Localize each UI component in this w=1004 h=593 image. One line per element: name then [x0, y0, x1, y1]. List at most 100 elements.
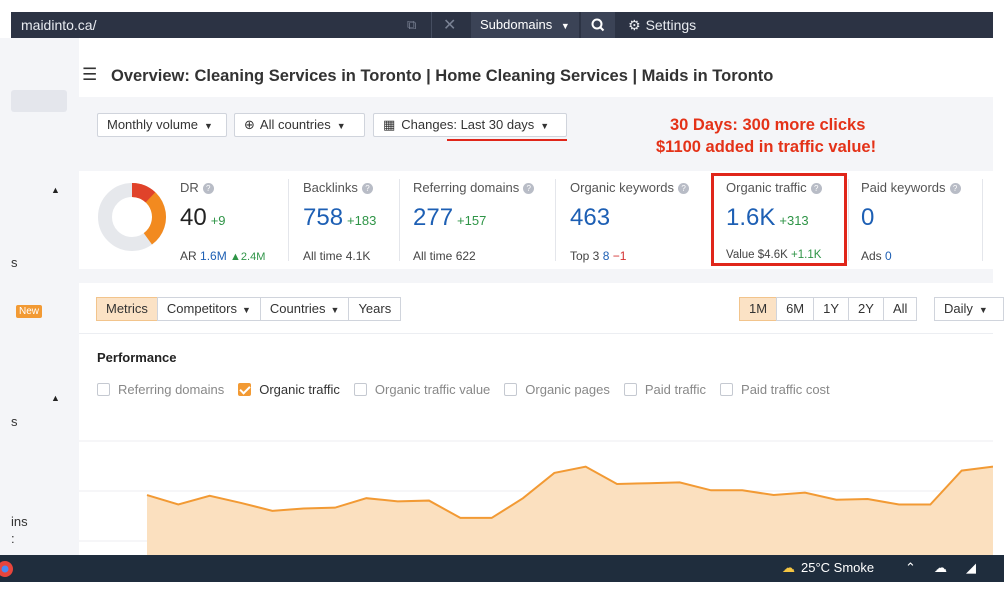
metric-label: Referring domains? — [413, 180, 535, 195]
range-1m[interactable]: 1M — [739, 297, 778, 321]
metric-value: 758 +183 — [303, 204, 376, 232]
checkbox-icon — [504, 383, 518, 396]
chevron-down-icon: ▼ — [540, 121, 550, 131]
page-header: ☰ Overview: Cleaning Services in Toronto… — [79, 55, 993, 97]
divider — [288, 179, 289, 261]
info-icon[interactable]: ? — [949, 183, 961, 194]
view-tabs: Metrics Competitors ▼ Countries ▼ Years — [96, 297, 402, 321]
range-6m[interactable]: 6M — [776, 297, 815, 321]
sidebar-item-fragment[interactable]: ins — [11, 514, 28, 529]
weather-label: 25°C Smoke — [801, 560, 875, 575]
divider — [431, 12, 432, 38]
metric-label: DR? — [180, 180, 214, 195]
divider — [399, 179, 400, 261]
annotation-clicks: 30 Days: 300 more clicks — [670, 116, 866, 134]
search-button[interactable] — [581, 12, 615, 38]
tab-years[interactable]: Years — [348, 297, 402, 321]
info-icon[interactable]: ? — [361, 183, 373, 194]
backlinks-value[interactable]: 758 — [303, 204, 343, 231]
series-checkbox[interactable]: Organic traffic — [238, 382, 340, 397]
subdomains-label: Subdomains — [480, 17, 553, 32]
domain-url[interactable]: maidinto.ca/ — [21, 17, 96, 33]
range-all[interactable]: All — [882, 297, 918, 321]
countries-dropdown[interactable]: ⊕ All countries ▼ — [234, 113, 365, 137]
sidebar-item-fragment[interactable]: : — [11, 531, 15, 546]
ads-label: Ads — [861, 249, 882, 263]
bottom-margin — [0, 582, 1004, 593]
close-icon[interactable]: ✕ — [443, 15, 456, 35]
checkbox-label: Paid traffic cost — [741, 382, 830, 397]
series-checkbox[interactable]: Organic pages — [504, 382, 610, 397]
info-icon[interactable]: ? — [523, 183, 535, 194]
tab-label: Countries — [269, 301, 326, 316]
settings-button[interactable]: ⚙ Settings — [628, 17, 696, 34]
info-icon[interactable]: ? — [202, 183, 214, 194]
metric-value: 277 +157 — [413, 204, 486, 232]
chevron-down-icon: ▼ — [241, 305, 251, 315]
cloud-icon[interactable]: ☁ — [934, 560, 947, 576]
divider — [555, 179, 556, 261]
metric-label: Organic keywords? — [570, 180, 690, 195]
tab-metrics[interactable]: Metrics — [96, 297, 158, 321]
wifi-icon[interactable]: ◢ — [966, 560, 976, 576]
hamburger-menu-icon[interactable]: ☰ — [82, 65, 97, 85]
collapse-caret-icon[interactable]: ▲ — [51, 185, 60, 195]
ar-label: AR — [180, 249, 197, 263]
weather-icon: ☁ — [782, 560, 795, 575]
checkbox-icon — [623, 383, 637, 396]
chevron-up-icon[interactable]: ⌃ — [905, 560, 916, 576]
metrics-bar: DR? 40 +9 AR 1.6M ▲2.4M Backlinks? 758 +18… — [79, 159, 993, 272]
annotation-underline — [447, 139, 567, 141]
metric-value[interactable]: 0 — [861, 204, 874, 232]
volume-dropdown[interactable]: Monthly volume ▼ — [97, 113, 227, 137]
metric-sub: Top 3 8 −1 — [570, 249, 626, 263]
os-taskbar: ☁ 25°C Smoke ⌃ ☁ ◢ — [0, 555, 1004, 582]
sidebar-item-fragment[interactable]: s — [11, 255, 18, 270]
checkbox-label: Organic traffic value — [374, 382, 491, 397]
metric-value[interactable]: 463 — [570, 204, 610, 232]
refdomains-sub-label: All time — [413, 249, 453, 263]
info-icon[interactable]: ? — [678, 183, 690, 194]
interval-dropdown[interactable]: Daily ▼ — [934, 297, 1004, 321]
volume-label: Monthly volume — [107, 117, 199, 132]
ads-value[interactable]: 0 — [885, 249, 892, 263]
chevron-down-icon: ▼ — [204, 121, 213, 131]
tab-competitors[interactable]: Competitors ▼ — [156, 297, 261, 321]
series-checkbox[interactable]: Paid traffic cost — [720, 382, 830, 397]
subdomains-dropdown[interactable]: Subdomains ▼ — [471, 12, 579, 38]
range-1y[interactable]: 1Y — [813, 297, 850, 321]
performance-panel: Metrics Competitors ▼ Countries ▼ Years 1M… — [79, 283, 1004, 555]
series-checkbox[interactable]: Paid traffic — [623, 382, 707, 397]
ar-value[interactable]: 1.6M — [200, 249, 227, 263]
organic-traffic-highlight — [711, 173, 847, 266]
backlinks-sub-value: 4.1K — [345, 249, 371, 263]
metric-sub: All time 622 — [413, 249, 476, 263]
tab-countries[interactable]: Countries ▼ — [259, 297, 350, 321]
donut-fill-top — [131, 183, 156, 203]
changes-dropdown[interactable]: ▦ Changes: Last 30 days ▼ — [373, 113, 567, 137]
external-link-icon[interactable]: ⧉ — [407, 17, 416, 33]
backlinks-label: Backlinks — [303, 180, 358, 195]
top3-value[interactable]: 8 — [603, 249, 610, 263]
weather-widget[interactable]: ☁ 25°C Smoke — [782, 560, 874, 576]
interval-label: Daily — [944, 301, 973, 316]
tab-label: Competitors — [166, 301, 237, 316]
refdomains-label: Referring domains — [413, 180, 520, 195]
series-checkbox[interactable]: Organic traffic value — [353, 382, 491, 397]
countries-label: All countries — [259, 117, 331, 132]
range-2y[interactable]: 2Y — [848, 297, 884, 321]
chrome-icon[interactable] — [0, 560, 18, 578]
ar-delta: ▲2.4M — [230, 251, 266, 263]
checkbox-label: Paid traffic — [644, 382, 707, 397]
checkbox-label: Organic traffic — [259, 382, 340, 397]
refdomains-value[interactable]: 277 — [413, 204, 453, 231]
sidebar-item-fragment[interactable]: s — [11, 414, 18, 429]
refdomains-sub-value: 622 — [455, 249, 476, 263]
sidebar-placeholder — [11, 90, 67, 112]
divider — [848, 179, 849, 261]
collapse-caret-icon[interactable]: ▲ — [51, 393, 60, 403]
series-checkbox[interactable]: Referring domains — [97, 382, 224, 397]
organic-traffic-chart — [79, 440, 993, 555]
metric-sub: AR 1.6M ▲2.4M — [180, 249, 265, 263]
metric-label: Paid keywords? — [861, 180, 961, 195]
